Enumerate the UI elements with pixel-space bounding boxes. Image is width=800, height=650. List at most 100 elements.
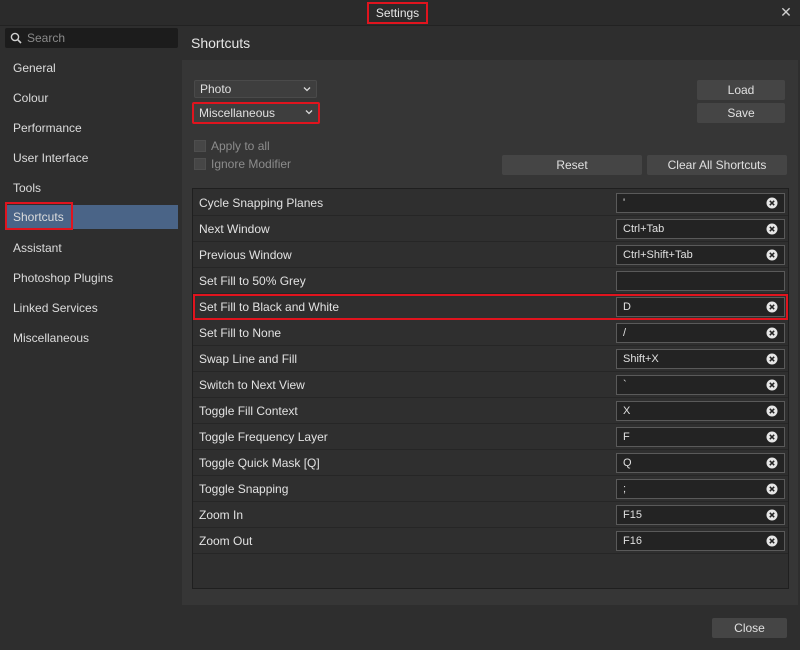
window-close-icon[interactable]: ✕: [778, 4, 794, 20]
clear-shortcut-icon[interactable]: [766, 405, 778, 417]
clear-shortcut-icon[interactable]: [766, 509, 778, 521]
shortcut-name: Switch to Next View: [199, 378, 305, 392]
sidebar-item-photoshop-plugins[interactable]: Photoshop Plugins: [5, 266, 178, 290]
shortcut-name: Set Fill to 50% Grey: [199, 274, 306, 288]
clear-shortcut-icon[interactable]: [766, 353, 778, 365]
shortcut-row[interactable]: Set Fill to 50% Grey: [193, 268, 788, 294]
persona-select-value: Photo: [200, 82, 232, 96]
clear-shortcut-icon[interactable]: [766, 431, 778, 443]
shortcut-key-value: ;: [623, 483, 627, 495]
shortcut-key-value: F: [623, 431, 630, 443]
chevron-down-icon: [305, 110, 313, 115]
shortcut-name: Swap Line and Fill: [199, 352, 298, 366]
shortcut-row[interactable]: Toggle Quick Mask [Q] Q: [193, 450, 788, 476]
sidebar-item-general[interactable]: General: [5, 56, 178, 80]
reset-button[interactable]: Reset: [502, 155, 642, 175]
load-button[interactable]: Load: [697, 80, 785, 100]
sidebar-item-linked-services[interactable]: Linked Services: [5, 296, 178, 320]
shortcut-key-field[interactable]: `: [616, 375, 785, 395]
persona-select[interactable]: Photo: [194, 80, 317, 98]
shortcut-key-value: D: [623, 301, 631, 313]
chevron-down-icon: [303, 87, 311, 92]
search-icon: [10, 32, 22, 44]
shortcut-key-field[interactable]: Ctrl+Tab: [616, 219, 785, 239]
shortcut-key-field[interactable]: Ctrl+Shift+Tab: [616, 245, 785, 265]
shortcut-key-field[interactable]: F: [616, 427, 785, 447]
apply-to-all-checkbox-row[interactable]: Apply to all: [194, 139, 270, 153]
shortcut-key-field[interactable]: X: [616, 401, 785, 421]
clear-shortcut-icon[interactable]: [766, 223, 778, 235]
ignore-modifier-checkbox[interactable]: [194, 158, 206, 170]
shortcut-key-value: Shift+X: [623, 353, 659, 365]
footer: Close: [0, 605, 800, 650]
shortcut-name: Set Fill to Black and White: [199, 300, 340, 314]
search-input[interactable]: [27, 31, 167, 45]
shortcut-name: Zoom Out: [199, 534, 253, 548]
sidebar-item-tools[interactable]: Tools: [5, 176, 178, 200]
save-button[interactable]: Save: [697, 103, 785, 123]
sidebar-item-shortcuts[interactable]: Shortcuts: [5, 205, 178, 229]
shortcut-row[interactable]: Toggle Fill Context X: [193, 398, 788, 424]
clear-shortcut-icon[interactable]: [766, 249, 778, 261]
shortcut-key-value: ': [623, 197, 626, 209]
shortcut-key-field[interactable]: Shift+X: [616, 349, 785, 369]
shortcut-name: Cycle Snapping Planes: [199, 196, 324, 210]
apply-to-all-checkbox[interactable]: [194, 140, 206, 152]
shortcut-name: Toggle Fill Context: [199, 404, 298, 418]
clear-shortcut-icon[interactable]: [766, 197, 778, 209]
shortcut-key-field[interactable]: [616, 271, 785, 291]
sidebar-item-assistant[interactable]: Assistant: [5, 236, 178, 260]
clear-shortcut-icon[interactable]: [766, 301, 778, 313]
shortcut-row[interactable]: Toggle Snapping ;: [193, 476, 788, 502]
shortcut-row[interactable]: Set Fill to None /: [193, 320, 788, 346]
shortcut-key-value: F15: [623, 509, 642, 521]
shortcut-key-field[interactable]: ': [616, 193, 785, 213]
search-box[interactable]: [5, 28, 178, 48]
sidebar-item-colour[interactable]: Colour: [5, 86, 178, 110]
shortcut-name: Next Window: [199, 222, 270, 236]
shortcut-key-value: Ctrl+Tab: [623, 223, 665, 235]
apply-to-all-label: Apply to all: [211, 139, 270, 153]
shortcut-key-value: F16: [623, 535, 642, 547]
shortcut-row[interactable]: Switch to Next View `: [193, 372, 788, 398]
shortcut-key-field[interactable]: F15: [616, 505, 785, 525]
category-select[interactable]: Miscellaneous: [192, 102, 320, 124]
clear-all-shortcuts-button[interactable]: Clear All Shortcuts: [647, 155, 787, 175]
clear-shortcut-icon[interactable]: [766, 457, 778, 469]
shortcut-key-field[interactable]: /: [616, 323, 785, 343]
shortcut-row-highlighted[interactable]: Set Fill to Black and White D: [193, 294, 788, 320]
sidebar-item-performance[interactable]: Performance: [5, 116, 178, 140]
shortcut-row[interactable]: Previous Window Ctrl+Shift+Tab: [193, 242, 788, 268]
shortcut-name: Set Fill to None: [199, 326, 282, 340]
shortcut-row[interactable]: Next Window Ctrl+Tab: [193, 216, 788, 242]
ignore-modifier-checkbox-row[interactable]: Ignore Modifier: [194, 157, 291, 171]
shortcut-key-value: `: [623, 379, 627, 391]
shortcut-name: Previous Window: [199, 248, 292, 262]
shortcut-key-value: X: [623, 405, 631, 417]
shortcut-key-field[interactable]: D: [616, 297, 785, 317]
clear-shortcut-icon[interactable]: [766, 379, 778, 391]
ignore-modifier-label: Ignore Modifier: [211, 157, 292, 171]
title-bar: Settings ✕: [0, 0, 800, 26]
page-title: Shortcuts: [191, 35, 251, 51]
sidebar-item-user-interface[interactable]: User Interface: [5, 146, 178, 170]
sidebar: General Colour Performance User Interfac…: [0, 26, 182, 605]
sidebar-item-miscellaneous[interactable]: Miscellaneous: [5, 326, 178, 350]
shortcut-key-field[interactable]: ;: [616, 479, 785, 499]
shortcut-row[interactable]: Swap Line and Fill Shift+X: [193, 346, 788, 372]
shortcut-row[interactable]: Zoom In F15: [193, 502, 788, 528]
category-select-value: Miscellaneous: [199, 106, 276, 120]
shortcut-key-field[interactable]: Q: [616, 453, 785, 473]
shortcut-row[interactable]: Cycle Snapping Planes ': [193, 190, 788, 216]
shortcut-key-value: Q: [623, 457, 632, 469]
shortcut-row[interactable]: Zoom Out F16: [193, 528, 788, 554]
clear-shortcut-icon[interactable]: [766, 327, 778, 339]
clear-shortcut-icon[interactable]: [766, 483, 778, 495]
shortcut-name: Toggle Quick Mask [Q]: [199, 456, 320, 470]
close-button[interactable]: Close: [712, 618, 787, 638]
shortcut-key-field[interactable]: F16: [616, 531, 785, 551]
shortcut-key-value: /: [623, 327, 627, 339]
shortcut-row[interactable]: Toggle Frequency Layer F: [193, 424, 788, 450]
shortcut-name: Toggle Snapping: [199, 482, 289, 496]
clear-shortcut-icon[interactable]: [766, 535, 778, 547]
